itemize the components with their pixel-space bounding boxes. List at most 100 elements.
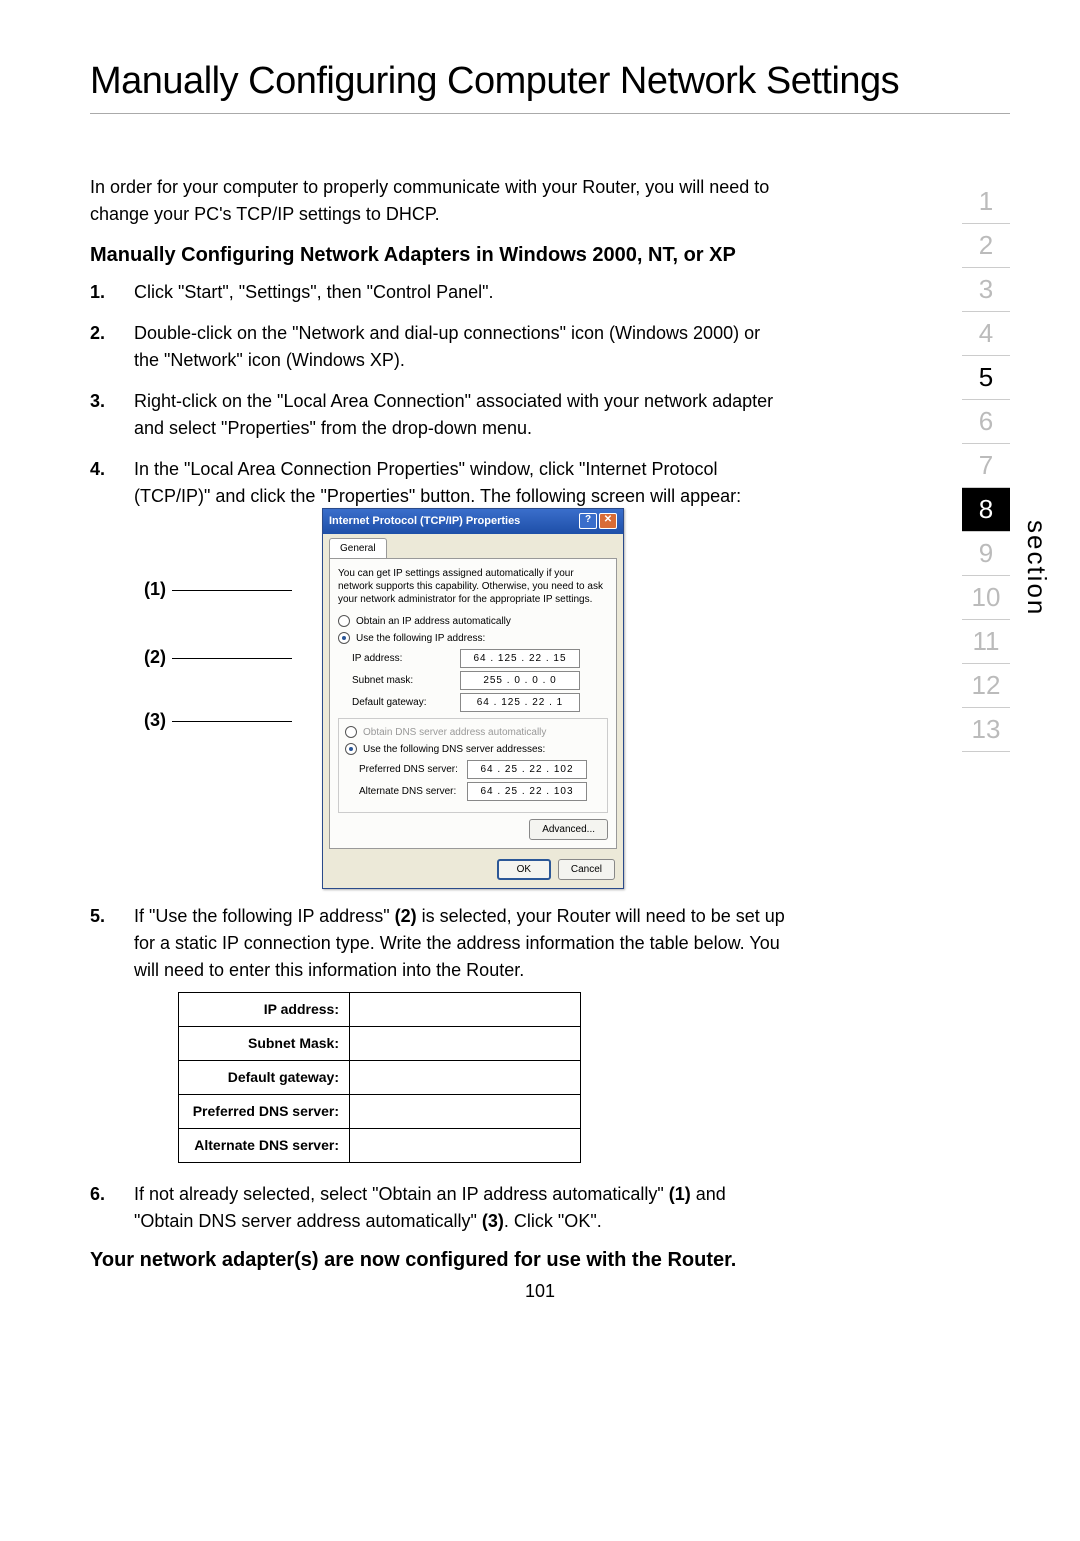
table-row: Preferred DNS server:	[179, 1094, 581, 1128]
step-text: Click "Start", "Settings", then "Control…	[134, 282, 494, 302]
lead-paragraph: In order for your computer to properly c…	[90, 174, 790, 228]
step-2: 2. Double-click on the "Network and dial…	[90, 320, 790, 374]
step-text-bold: (1)	[669, 1184, 691, 1204]
step-4: 4. In the "Local Area Connection Propert…	[90, 456, 790, 889]
table-label: Alternate DNS server:	[179, 1128, 350, 1162]
subnet-mask-label: Subnet mask:	[352, 673, 452, 688]
section-nav-item[interactable]: 4	[962, 312, 1010, 356]
step-text-post: . Click "OK".	[504, 1211, 602, 1231]
step-5: 5. If "Use the following IP address" (2)…	[90, 903, 790, 1163]
step-text-bold: (3)	[482, 1211, 504, 1231]
subnet-mask-field[interactable]: 255 . 0 . 0 . 0	[460, 671, 580, 690]
radio-icon[interactable]	[338, 632, 350, 644]
section-nav-item-active[interactable]: 8	[962, 488, 1010, 532]
table-row: Default gateway:	[179, 1060, 581, 1094]
preferred-dns-field[interactable]: 64 . 25 . 22 . 102	[467, 760, 587, 779]
radio-obtain-dns-auto[interactable]: Obtain DNS server address automatically	[345, 725, 601, 740]
step-text: Double-click on the "Network and dial-up…	[134, 323, 760, 370]
radio-use-following-dns[interactable]: Use the following DNS server addresses:	[345, 742, 601, 757]
step-text: In the "Local Area Connection Properties…	[134, 459, 741, 506]
section-nav-item[interactable]: 13	[962, 708, 1010, 752]
step-number: 2.	[90, 320, 105, 347]
table-row: Alternate DNS server:	[179, 1128, 581, 1162]
content-column: In order for your computer to properly c…	[90, 174, 790, 1272]
dialog-description: You can get IP settings assigned automat…	[338, 567, 608, 606]
cancel-button[interactable]: Cancel	[558, 859, 615, 880]
callout-line	[172, 658, 292, 659]
section-nav-item[interactable]: 12	[962, 664, 1010, 708]
step-number: 6.	[90, 1181, 105, 1208]
callout-label: (1)	[144, 579, 166, 599]
step-3: 3. Right-click on the "Local Area Connec…	[90, 388, 790, 442]
table-label: Preferred DNS server:	[179, 1094, 350, 1128]
default-gateway-field[interactable]: 64 . 125 . 22 . 1	[460, 693, 580, 712]
table-label: IP address:	[179, 992, 350, 1026]
step-number: 5.	[90, 903, 105, 930]
dialog-title: Internet Protocol (TCP/IP) Properties	[329, 513, 520, 530]
default-gateway-label: Default gateway:	[352, 695, 452, 710]
radio-label: Obtain an IP address automatically	[356, 614, 511, 629]
radio-label: Obtain DNS server address automatically	[363, 725, 546, 740]
tcpip-properties-dialog: Internet Protocol (TCP/IP) Properties ? …	[322, 508, 624, 889]
radio-icon[interactable]	[338, 615, 350, 627]
ip-address-field[interactable]: 64 . 125 . 22 . 15	[460, 649, 580, 668]
preferred-dns-label: Preferred DNS server:	[359, 762, 459, 777]
tab-general[interactable]: General	[329, 538, 387, 558]
radio-obtain-ip-auto[interactable]: Obtain an IP address automatically	[338, 614, 608, 629]
step-text: Right-click on the "Local Area Connectio…	[134, 391, 773, 438]
section-nav: 1 2 3 4 5 6 7 8 9 10 11 12 13	[962, 180, 1010, 752]
help-icon[interactable]: ?	[579, 513, 597, 529]
section-nav-item[interactable]: 9	[962, 532, 1010, 576]
section-subhead: Manually Configuring Network Adapters in…	[90, 244, 790, 267]
radio-label: Use the following IP address:	[356, 631, 485, 646]
step-text-bold: (2)	[395, 906, 417, 926]
dialog-titlebar[interactable]: Internet Protocol (TCP/IP) Properties ? …	[323, 509, 623, 534]
page-number: 101	[0, 1281, 1080, 1302]
table-value[interactable]	[350, 1094, 581, 1128]
close-icon[interactable]: ✕	[599, 513, 617, 529]
advanced-button[interactable]: Advanced...	[529, 819, 608, 840]
step-text-pre: If "Use the following IP address"	[134, 906, 395, 926]
step-number: 3.	[90, 388, 105, 415]
section-nav-item[interactable]: 7	[962, 444, 1010, 488]
closing-statement: Your network adapter(s) are now configur…	[90, 1249, 790, 1272]
address-note-table: IP address: Subnet Mask: Default gateway…	[178, 992, 581, 1163]
section-nav-item[interactable]: 3	[962, 268, 1010, 312]
table-value[interactable]	[350, 1128, 581, 1162]
callout-1: (1)	[144, 576, 292, 603]
radio-icon[interactable]	[345, 743, 357, 755]
step-number: 1.	[90, 279, 105, 306]
table-row: IP address:	[179, 992, 581, 1026]
section-nav-item[interactable]: 5	[962, 356, 1010, 400]
table-value[interactable]	[350, 992, 581, 1026]
ip-address-label: IP address:	[352, 651, 452, 666]
section-label: section	[1021, 520, 1052, 616]
step-number: 4.	[90, 456, 105, 483]
section-nav-item[interactable]: 6	[962, 400, 1010, 444]
callout-2: (2)	[144, 644, 292, 671]
section-nav-item[interactable]: 10	[962, 576, 1010, 620]
table-label: Default gateway:	[179, 1060, 350, 1094]
radio-icon[interactable]	[345, 726, 357, 738]
section-nav-item[interactable]: 1	[962, 180, 1010, 224]
title-rule	[90, 113, 1010, 114]
page-title: Manually Configuring Computer Network Se…	[90, 60, 1010, 103]
radio-use-following-ip[interactable]: Use the following IP address:	[338, 631, 608, 646]
table-row: Subnet Mask:	[179, 1026, 581, 1060]
alternate-dns-label: Alternate DNS server:	[359, 784, 459, 799]
ok-button[interactable]: OK	[497, 859, 551, 880]
steps-list: 1. Click "Start", "Settings", then "Cont…	[90, 279, 790, 1235]
step-1: 1. Click "Start", "Settings", then "Cont…	[90, 279, 790, 306]
table-value[interactable]	[350, 1026, 581, 1060]
callout-label: (2)	[144, 647, 166, 667]
step-6: 6. If not already selected, select "Obta…	[90, 1181, 790, 1235]
table-label: Subnet Mask:	[179, 1026, 350, 1060]
alternate-dns-field[interactable]: 64 . 25 . 22 . 103	[467, 782, 587, 801]
step-text-pre: If not already selected, select "Obtain …	[134, 1184, 669, 1204]
section-nav-item[interactable]: 2	[962, 224, 1010, 268]
table-value[interactable]	[350, 1060, 581, 1094]
callout-line	[172, 721, 292, 722]
section-nav-item[interactable]: 11	[962, 620, 1010, 664]
callout-3: (3)	[144, 707, 292, 734]
callout-column: (1) (2) (3)	[134, 512, 314, 842]
